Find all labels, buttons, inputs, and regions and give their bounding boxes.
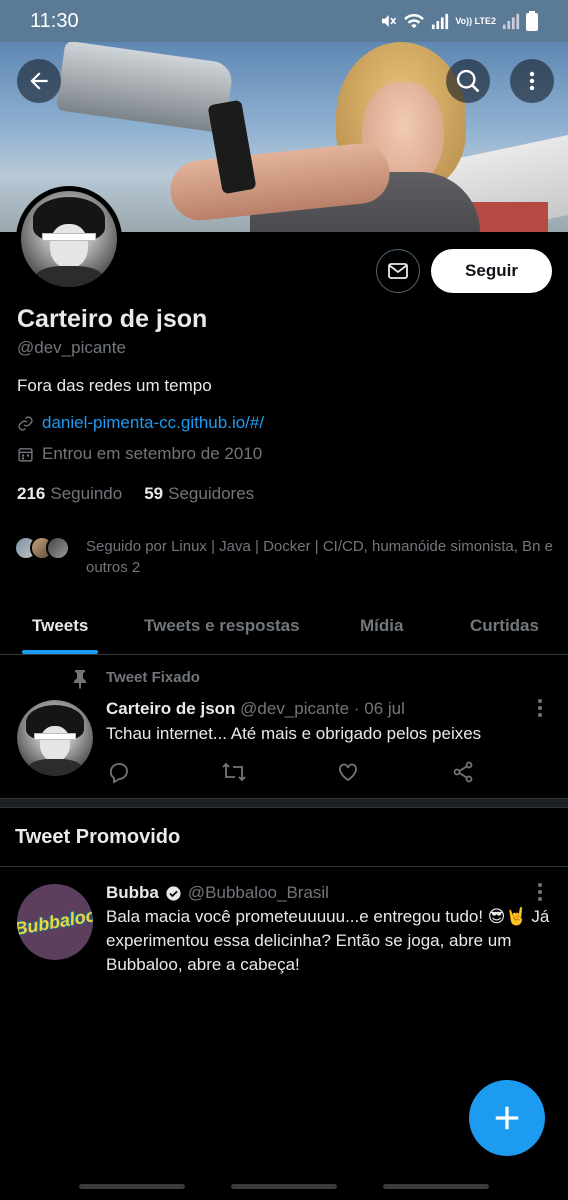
avatar-photo [17, 700, 93, 776]
tweet-author-handle: @Bubbaloo_Brasil [187, 883, 329, 902]
follow-button[interactable]: Seguir [431, 249, 552, 293]
avatar-photo [21, 191, 117, 287]
plus-icon [495, 1106, 519, 1130]
tweet-date[interactable]: 06 jul [364, 699, 405, 718]
avatar-face [49, 223, 89, 268]
profile-joined-date: Entrou em setembro de 2010 [42, 444, 263, 463]
more-options-button[interactable] [510, 59, 554, 103]
tweet-header: Bubba @Bubbaloo_Brasil [106, 883, 329, 903]
link-icon [18, 415, 33, 431]
tab-label: Mídia [360, 616, 404, 635]
tweet-author-handle: @dev_picante [240, 699, 350, 718]
status-time: 11:30 [30, 9, 79, 32]
status-bar: 11:30 Vo)) LTE2 [0, 0, 568, 42]
nav-home-button[interactable] [231, 1183, 337, 1189]
avatar-body [28, 759, 82, 776]
like-icon[interactable] [336, 760, 360, 784]
promoted-author-avatar[interactable]: Bubbaloo [17, 884, 93, 960]
tweet-header: Carteiro de json @dev_picante · 06 jul [106, 699, 405, 719]
back-arrow-icon [30, 72, 48, 90]
compose-tweet-button[interactable] [469, 1080, 545, 1156]
mute-icon [382, 15, 397, 27]
avatar-face [39, 725, 71, 761]
avatar-censor-bar [42, 233, 96, 241]
pin-icon [74, 670, 86, 689]
section-separator [0, 798, 568, 808]
profile-joined-row: Entrou em setembro de 2010 [17, 444, 262, 464]
following-count: 216 [17, 484, 46, 503]
tab-tweets-and-replies[interactable]: Tweets e respostas [144, 598, 300, 654]
tweet-text: Bala macia você prometeuuuuu...e entrego… [106, 907, 550, 974]
bubbaloo-logo: Bubbaloo [17, 904, 93, 939]
nav-back-button[interactable] [383, 1183, 489, 1189]
wifi-icon [404, 13, 425, 29]
network-type: Vo)) LTE2 [455, 15, 496, 26]
envelope-icon [388, 263, 408, 279]
tweet-author-name[interactable]: Carteiro de json [106, 699, 235, 718]
tab-label: Tweets [32, 616, 89, 635]
retweet-icon[interactable] [221, 760, 247, 784]
profile-bio: Fora das redes um tempo [17, 376, 212, 395]
profile-website-link[interactable]: daniel-pimenta-cc.github.io/#/ [42, 413, 264, 433]
avatar-body [35, 265, 103, 287]
promoted-tweet[interactable]: Bubbaloo Bubba @Bubbaloo_Brasil Bala mac… [0, 867, 568, 1007]
search-icon [456, 69, 480, 93]
tweet-more-icon[interactable] [530, 881, 550, 903]
promoted-section-title: Tweet Promovido [15, 826, 181, 848]
share-icon[interactable] [451, 760, 475, 784]
profile-avatar[interactable] [16, 186, 122, 292]
followers-label: Seguidores [168, 484, 255, 503]
message-button[interactable] [376, 249, 420, 293]
followed-by-row[interactable]: Seguido por Linux | Java | Docker | CI/C… [14, 536, 559, 578]
battery-icon [526, 11, 538, 31]
tweet-author-name[interactable]: Bubba [106, 883, 159, 903]
tweet-dot-separator: · [353, 699, 360, 718]
follow-counts: 216 Seguindo 59 Seguidores [17, 484, 254, 504]
pinned-label: Tweet Fixado [106, 669, 200, 686]
following-label: Seguindo [50, 484, 123, 503]
followed-by-avatars [14, 536, 70, 578]
banner-revolver [55, 42, 235, 134]
tab-label: Curtidas [470, 616, 539, 635]
search-button[interactable] [446, 59, 490, 103]
verified-badge-icon [166, 885, 181, 901]
tweet-text: Tchau internet... Até mais e obrigado pe… [106, 724, 482, 743]
follower-avatar [46, 536, 70, 560]
profile-website-row: daniel-pimenta-cc.github.io/#/ [17, 413, 264, 433]
tweet-author-avatar[interactable] [17, 700, 93, 776]
calendar-icon [18, 447, 33, 462]
profile-handle: @dev_picante [17, 338, 126, 357]
followed-by-text: Seguido por Linux | Java | Docker | CI/C… [86, 538, 553, 576]
status-icons: Vo)) LTE2 [379, 11, 538, 31]
system-navigation-bar [0, 1172, 568, 1200]
tab-label: Tweets e respostas [144, 616, 300, 635]
active-tab-indicator [22, 650, 99, 654]
tab-media[interactable]: Mídia [360, 598, 403, 654]
more-vertical-icon [529, 71, 535, 91]
profile-name: Carteiro de json [17, 305, 208, 333]
back-button[interactable] [17, 59, 61, 103]
tweet-more-icon[interactable] [530, 697, 550, 719]
reply-icon[interactable] [107, 760, 131, 784]
following-count-link[interactable]: 216 Seguindo [17, 484, 122, 504]
avatar-censor-bar [33, 733, 77, 740]
pinned-tweet[interactable]: Tweet Fixado Carteiro de json @dev_pican… [0, 656, 568, 798]
tab-tweets[interactable]: Tweets [22, 598, 99, 654]
signal-icon [432, 13, 449, 30]
tab-likes[interactable]: Curtidas [470, 598, 539, 654]
signal-icon-2 [502, 13, 520, 30]
profile-tabs: Tweets Tweets e respostas Mídia Curtidas [0, 598, 568, 655]
nav-recents-button[interactable] [79, 1183, 185, 1189]
followers-count-link[interactable]: 59 Seguidores [144, 484, 254, 504]
followers-count: 59 [144, 484, 164, 503]
